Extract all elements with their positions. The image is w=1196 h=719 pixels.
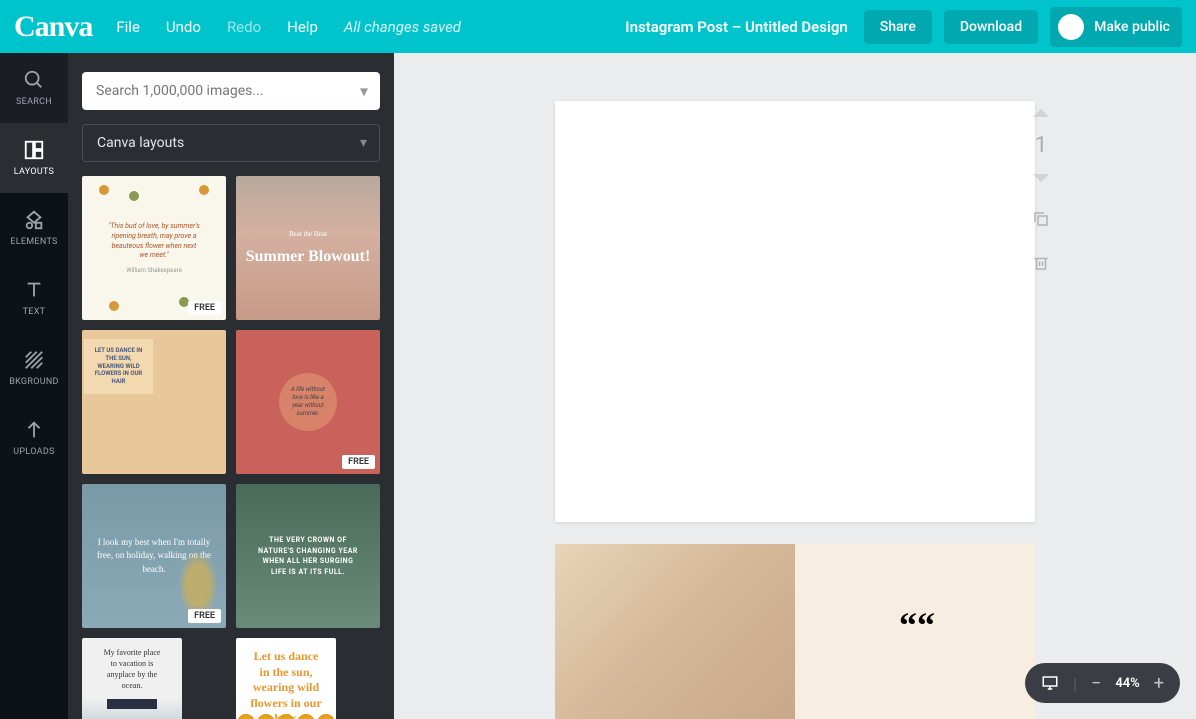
menu-undo[interactable]: Undo	[166, 18, 201, 36]
bkground-icon	[23, 349, 45, 371]
page-down-icon[interactable]	[1033, 170, 1049, 182]
avatar	[1058, 14, 1084, 40]
sidebar-elements-label: ELEMENTS	[10, 237, 57, 247]
canva-logo[interactable]: Canva	[14, 10, 92, 44]
top-header: Canva File Undo Redo Help All changes sa…	[0, 0, 1196, 53]
sidebar-text-label: TEXT	[23, 307, 46, 317]
template-text: My favorite place to vacation is anyplac…	[82, 647, 182, 692]
layouts-dropdown-label: Canva layouts	[97, 135, 184, 151]
search-input[interactable]	[82, 72, 380, 110]
template-text: Let us dance in the sun, wearing wild fl…	[236, 649, 336, 719]
page-tools: 1	[1032, 109, 1050, 272]
text-icon	[23, 279, 45, 301]
canvas-area[interactable]: ““ 1 | − 44% +	[394, 53, 1196, 719]
main-menu: File Undo Redo Help	[116, 18, 318, 36]
uploads-icon	[23, 419, 45, 441]
free-badge: FREE	[188, 609, 221, 623]
template-thumb[interactable]: LET US DANCE IN THE SUN, WEARING WILD FL…	[82, 330, 226, 474]
page-2[interactable]: ““	[555, 544, 1035, 719]
page-up-icon[interactable]	[1033, 109, 1049, 121]
template-thumb[interactable]: My favorite place to vacation is anyplac…	[82, 638, 182, 719]
template-subtitle: Beat the Heat	[246, 230, 371, 238]
template-thumb[interactable]: A life without love is like a year witho…	[236, 330, 380, 474]
sidebar-layouts-label: LAYOUTS	[14, 167, 54, 177]
chevron-down-icon[interactable]: ▾	[360, 82, 368, 101]
template-text: LET US DANCE IN THE SUN, WEARING WILD FL…	[84, 339, 153, 394]
quote-mark: ““	[899, 604, 935, 646]
elements-icon	[23, 209, 45, 231]
free-badge: FREE	[342, 455, 375, 469]
download-button[interactable]: Download	[944, 10, 1038, 44]
menu-file[interactable]: File	[116, 18, 140, 36]
sidebar-elements[interactable]: ELEMENTS	[0, 193, 68, 263]
sidebar-uploads[interactable]: UPLOADS	[0, 403, 68, 473]
template-title: Summer Blowout!	[246, 248, 371, 266]
template-text: THE VERY CROWN OF NATURE'S CHANGING YEAR…	[236, 535, 380, 577]
chevron-down-icon: ▾	[360, 135, 367, 151]
templates-grid: "This bud of love, by summer's ripening …	[82, 176, 380, 719]
zoom-out-button[interactable]: −	[1091, 673, 1101, 694]
layouts-panel: ▾ Canva layouts ▾ "This bud of love, by …	[68, 53, 394, 719]
sidebar-bkground-label: BKGROUND	[9, 377, 59, 387]
sidebar-search-label: SEARCH	[16, 97, 52, 107]
layouts-dropdown[interactable]: Canva layouts ▾	[82, 124, 380, 162]
layouts-icon	[23, 139, 45, 161]
menu-redo[interactable]: Redo	[227, 18, 261, 36]
left-sidebar: SEARCH LAYOUTS ELEMENTS TEXT BKGROUND UP…	[0, 53, 68, 719]
template-thumb[interactable]: THE VERY CROWN OF NATURE'S CHANGING YEAR…	[236, 484, 380, 628]
page-2-image	[555, 544, 795, 719]
template-thumb[interactable]: "This bud of love, by summer's ripening …	[82, 176, 226, 320]
free-badge: FREE	[188, 301, 221, 315]
search-icon	[23, 69, 45, 91]
copy-page-icon[interactable]	[1032, 210, 1050, 228]
zoom-bar: | − 44% +	[1025, 663, 1180, 703]
page-1[interactable]	[555, 101, 1035, 522]
template-thumb[interactable]: I look my best when I'm totally free, on…	[82, 484, 226, 628]
design-title[interactable]: Instagram Post – Untitled Design	[625, 18, 847, 36]
sidebar-search[interactable]: SEARCH	[0, 53, 68, 123]
menu-help[interactable]: Help	[287, 18, 318, 36]
page-number: 1	[1035, 133, 1047, 158]
template-thumb[interactable]: Beat the Heat Summer Blowout!	[236, 176, 380, 320]
template-text: A life without love is like a year witho…	[279, 373, 337, 431]
sidebar-layouts[interactable]: LAYOUTS	[0, 123, 68, 193]
sidebar-uploads-label: UPLOADS	[13, 447, 54, 457]
delete-page-icon[interactable]	[1032, 254, 1050, 272]
present-icon[interactable]	[1041, 674, 1059, 692]
sidebar-text[interactable]: TEXT	[0, 263, 68, 333]
zoom-percent[interactable]: 44%	[1115, 676, 1139, 691]
sidebar-bkground[interactable]: BKGROUND	[0, 333, 68, 403]
make-public-label: Make public	[1094, 19, 1170, 35]
share-button[interactable]: Share	[864, 10, 932, 44]
save-status: All changes saved	[344, 18, 461, 36]
template-thumb[interactable]: Let us dance in the sun, wearing wild fl…	[236, 638, 336, 719]
zoom-in-button[interactable]: +	[1154, 673, 1164, 694]
make-public-button[interactable]: Make public	[1050, 7, 1182, 47]
